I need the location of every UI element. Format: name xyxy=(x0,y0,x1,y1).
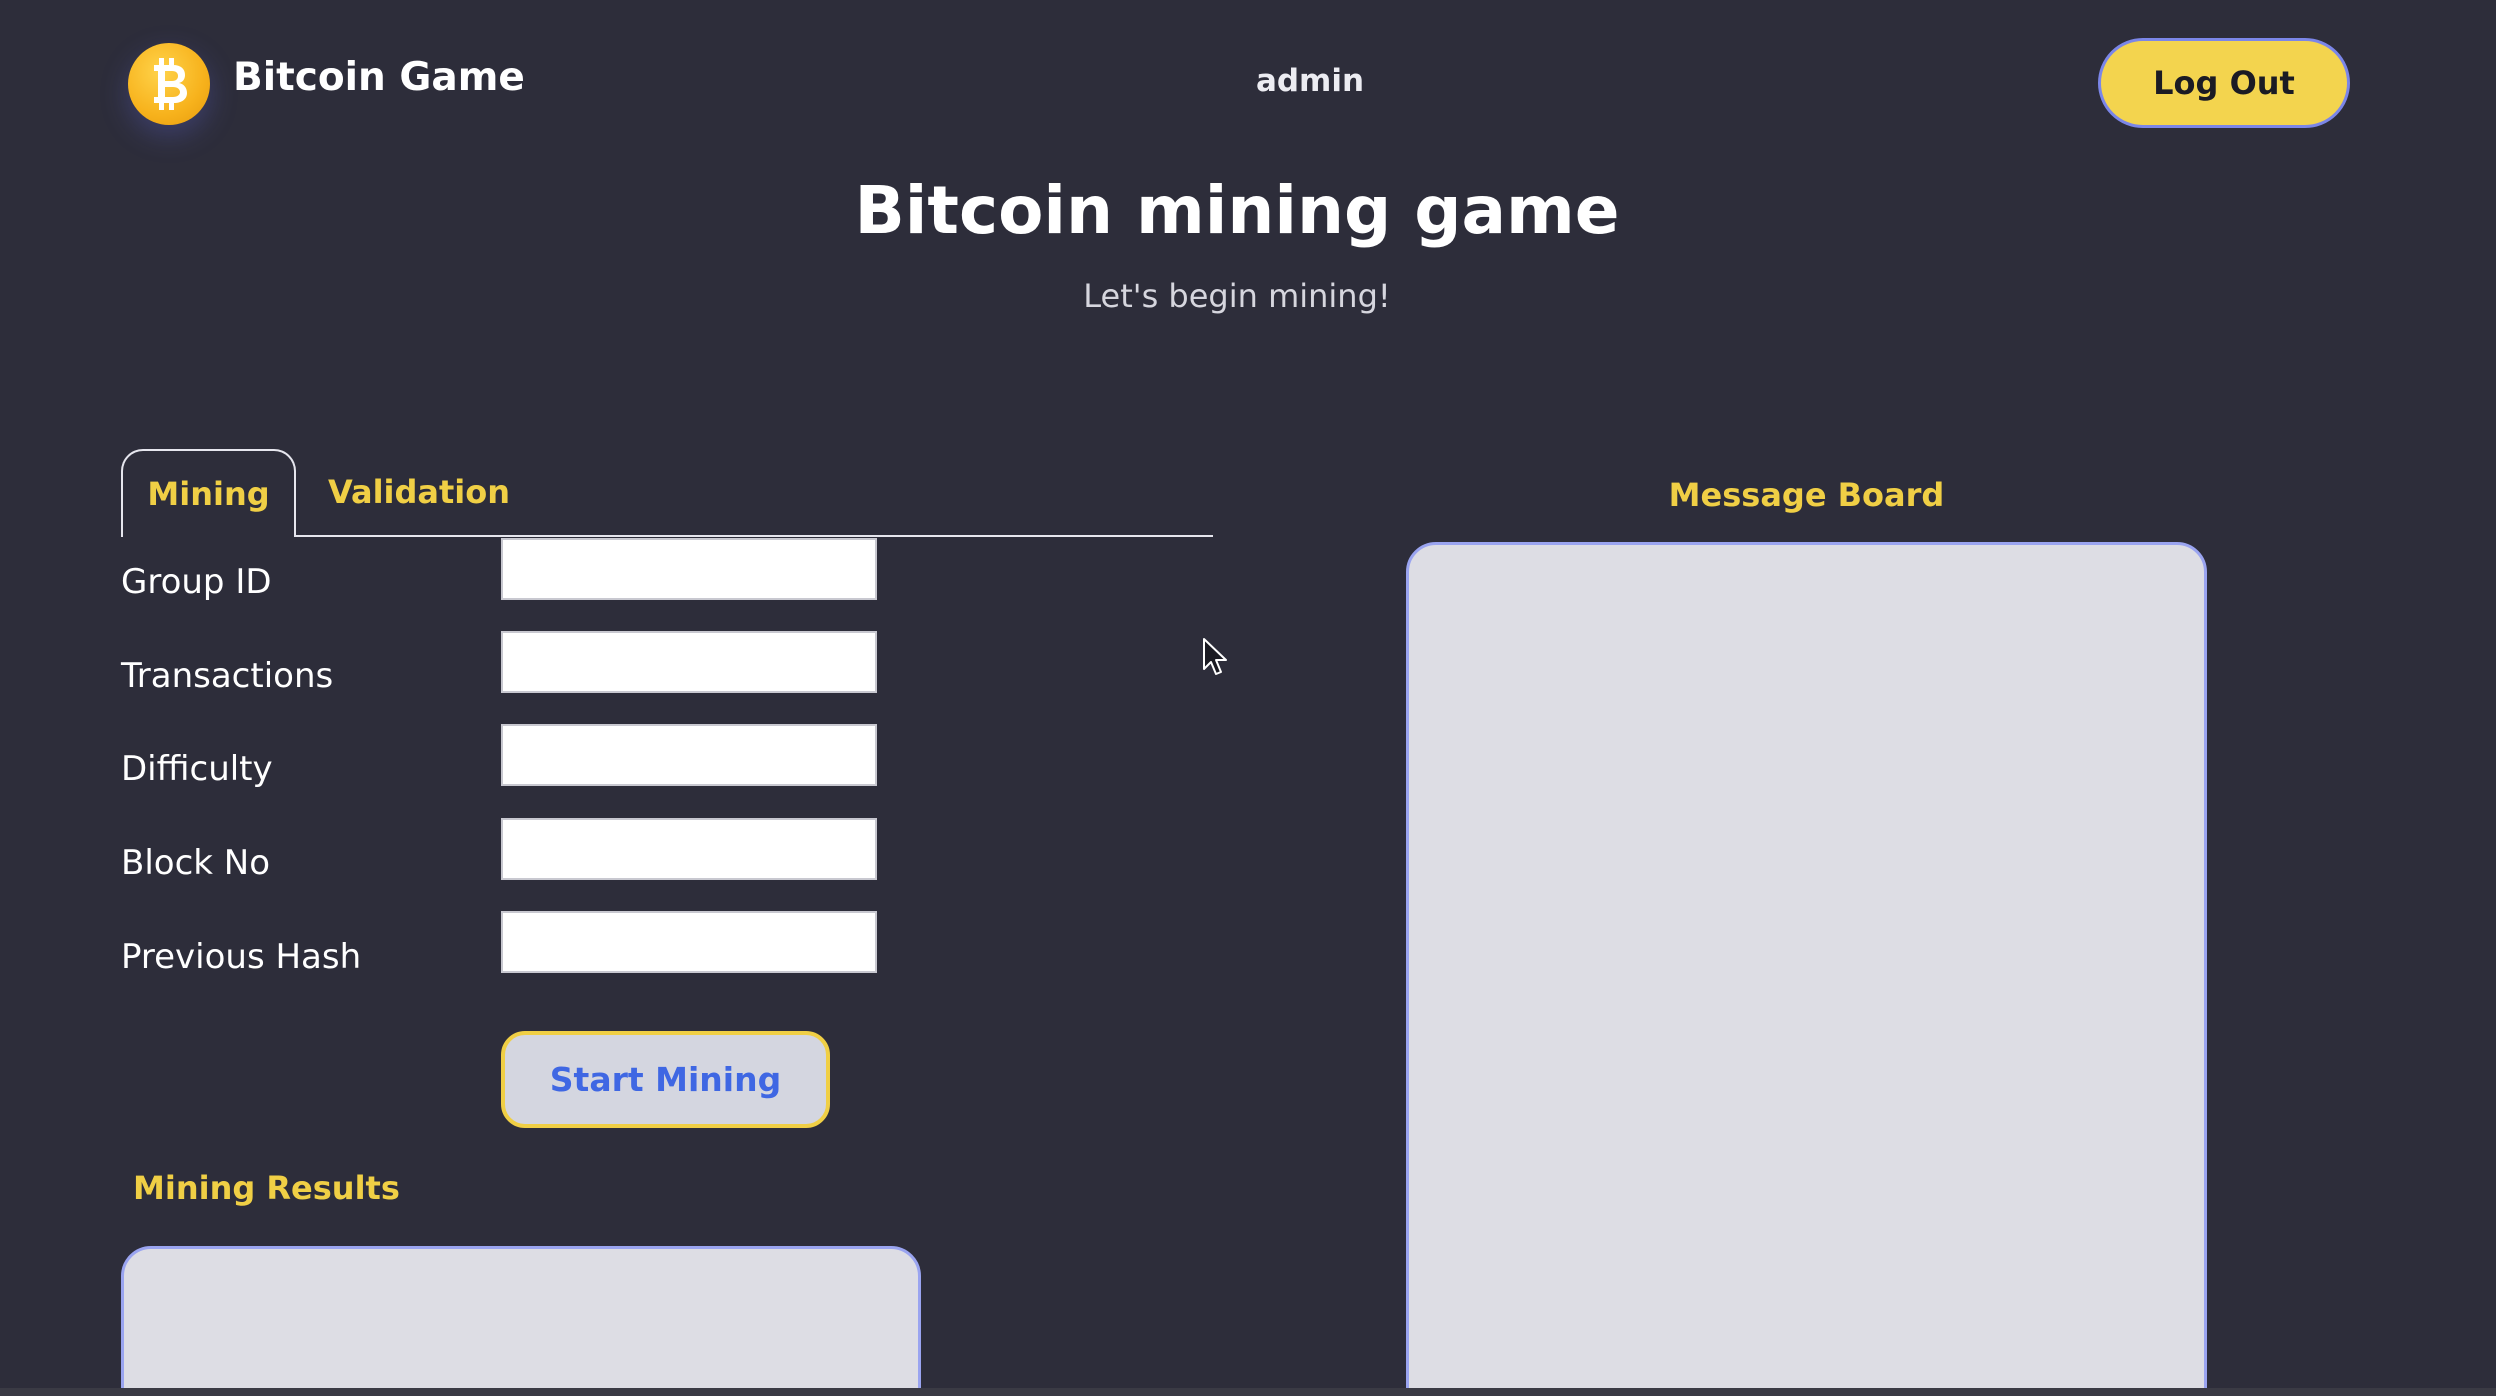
current-username: admin xyxy=(1255,63,1365,99)
message-board-panel xyxy=(1406,542,2207,1396)
tab-bar: Mining Validation xyxy=(121,449,1213,537)
mining-results-heading: Mining Results xyxy=(133,1169,400,1207)
block-no-input[interactable] xyxy=(501,818,877,880)
mouse-cursor-icon xyxy=(1203,638,1227,675)
tab-validation[interactable]: Validation xyxy=(304,449,534,535)
bitcoin-logo[interactable] xyxy=(128,43,210,125)
page-subtitle: Let's begin mining! xyxy=(1083,277,1391,315)
previous-hash-input[interactable] xyxy=(501,911,877,973)
brand-title[interactable]: Bitcoin Game xyxy=(233,55,525,100)
bitcoin-icon xyxy=(154,58,187,110)
start-mining-button[interactable]: Start Mining xyxy=(501,1031,830,1128)
block-no-label: Block No xyxy=(121,843,270,883)
group-id-label: Group ID xyxy=(121,562,272,602)
message-board-heading: Message Board xyxy=(1668,476,1945,514)
page: Bitcoin Game admin Log Out Bitcoin minin… xyxy=(0,0,2496,1396)
group-id-input[interactable] xyxy=(501,538,877,600)
logout-button[interactable]: Log Out xyxy=(2098,38,2350,128)
transactions-label: Transactions xyxy=(121,656,334,696)
previous-hash-label: Previous Hash xyxy=(121,937,362,977)
mining-results-panel xyxy=(121,1246,921,1396)
transactions-input[interactable] xyxy=(501,631,877,693)
tab-mining[interactable]: Mining xyxy=(121,449,296,537)
difficulty-label: Difficulty xyxy=(121,749,273,789)
page-title: Bitcoin mining game xyxy=(854,172,1620,249)
window-bottom-edge xyxy=(0,1388,2496,1396)
difficulty-input[interactable] xyxy=(501,724,877,786)
